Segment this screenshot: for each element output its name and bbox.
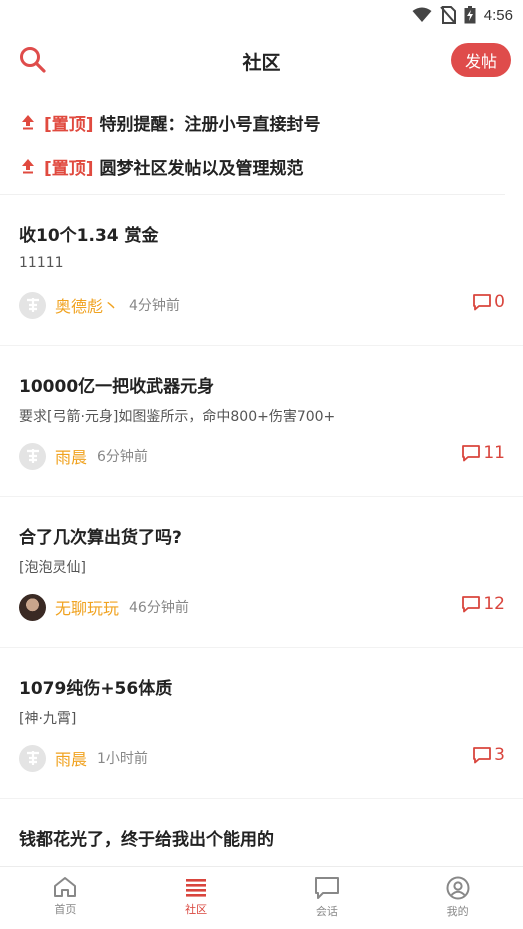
pinned-list: [置顶] 特别提醒：注册小号直接封号 [置顶] 圆梦社区发帖以及管理规范 (0, 92, 505, 195)
top-app-bar: 社区 发帖 (0, 30, 523, 92)
post-title: 合了几次算出货了吗? (19, 528, 182, 548)
wifi-icon (412, 7, 432, 22)
comment-count[interactable]: 3 (472, 745, 505, 765)
default-avatar-icon (26, 751, 39, 765)
post-time: 4分钟前 (129, 298, 180, 314)
status-bar: 4:56 (0, 0, 523, 30)
comment-count[interactable]: 11 (461, 443, 505, 463)
post-time: 46分钟前 (129, 600, 189, 616)
pin-up-arrow-icon (22, 115, 34, 130)
comment-count-value: 0 (494, 292, 505, 312)
tab-profile[interactable]: 我的 (392, 867, 523, 929)
default-avatar-icon (26, 449, 39, 463)
post-meta: 雨晨 6分钟前 (19, 442, 148, 470)
post-excerpt: [神·九霄] (19, 711, 77, 727)
post-card[interactable]: 10000亿一把收武器元身 要求[弓箭·元身]如图鉴所示，命中800+伤害700… (0, 346, 523, 497)
default-avatar-icon (26, 298, 39, 312)
no-sim-icon (440, 6, 456, 24)
search-icon[interactable] (18, 45, 48, 75)
post-title: 钱都花光了，终于给我出个能用的 (19, 830, 274, 850)
post-meta: 无聊玩玩 46分钟前 (19, 593, 189, 621)
author-name[interactable]: 无聊玩玩 (55, 595, 119, 619)
battery-charging-icon (464, 6, 476, 24)
pin-up-arrow-icon (22, 159, 34, 174)
tab-label: 会话 (315, 905, 338, 918)
post-meta: 雨晨 1小时前 (19, 744, 148, 772)
home-icon (54, 877, 77, 897)
tab-home[interactable]: 首页 (0, 867, 131, 929)
new-post-button[interactable]: 发帖 (451, 43, 511, 77)
post-card[interactable]: 1079纯伤+56体质 [神·九霄] 雨晨 1小时前 3 (0, 648, 523, 799)
post-title: 1079纯伤+56体质 (19, 679, 173, 699)
avatar[interactable] (19, 291, 46, 319)
post-card[interactable]: 收10个1.34 赏金 11111 奥德彪丶 4分钟前 0 (0, 195, 523, 346)
pinned-tag: [置顶] (44, 114, 94, 135)
comment-icon (462, 596, 481, 613)
pinned-title: 圆梦社区发帖以及管理规范 (99, 158, 304, 179)
post-excerpt: 11111 (19, 255, 64, 271)
tab-label: 社区 (185, 903, 208, 916)
comment-count[interactable]: 12 (461, 594, 505, 614)
avatar[interactable] (19, 442, 46, 470)
pinned-item[interactable]: [置顶] 圆梦社区发帖以及管理规范 (20, 144, 505, 188)
pinned-item[interactable]: [置顶] 特别提醒：注册小号直接封号 (20, 100, 505, 144)
author-name[interactable]: 奥德彪丶 (55, 293, 119, 317)
avatar[interactable] (19, 744, 46, 772)
pinned-title: 特别提醒：注册小号直接封号 (99, 114, 321, 135)
list-icon (186, 879, 207, 897)
status-time: 4:56 (483, 6, 513, 24)
post-excerpt: [泡泡灵仙] (19, 560, 86, 576)
post-card[interactable]: 合了几次算出货了吗? [泡泡灵仙] 无聊玩玩 46分钟前 12 (0, 497, 523, 648)
user-icon (446, 876, 470, 900)
avatar[interactable] (19, 593, 46, 621)
tab-messages[interactable]: 会话 (262, 867, 393, 929)
post-meta: 奥德彪丶 4分钟前 (19, 291, 180, 319)
comment-count-value: 3 (494, 745, 505, 765)
post-feed: 收10个1.34 赏金 11111 奥德彪丶 4分钟前 0 10000亿一把收武… (0, 195, 523, 879)
tab-label: 首页 (54, 903, 77, 916)
bottom-tab-bar: 首页 社区 会话 我的 (0, 866, 523, 929)
post-excerpt: 要求[弓箭·元身]如图鉴所示，命中800+伤害700+ (19, 409, 336, 425)
post-title: 10000亿一把收武器元身 (19, 377, 215, 397)
comment-icon (473, 747, 492, 764)
comment-icon (473, 294, 492, 311)
post-time: 6分钟前 (97, 449, 148, 465)
tab-label: 我的 (446, 905, 469, 918)
author-name[interactable]: 雨晨 (55, 746, 87, 770)
comment-count[interactable]: 0 (472, 292, 505, 312)
pinned-tag: [置顶] (44, 158, 94, 179)
comment-count-value: 11 (483, 443, 505, 463)
comment-icon (462, 445, 481, 462)
tab-community[interactable]: 社区 (131, 867, 262, 929)
author-name[interactable]: 雨晨 (55, 444, 87, 468)
post-time: 1小时前 (97, 751, 148, 767)
chat-icon (314, 877, 339, 899)
comment-count-value: 12 (483, 594, 505, 614)
post-title: 收10个1.34 赏金 (19, 226, 159, 246)
page-title: 社区 (242, 51, 281, 74)
